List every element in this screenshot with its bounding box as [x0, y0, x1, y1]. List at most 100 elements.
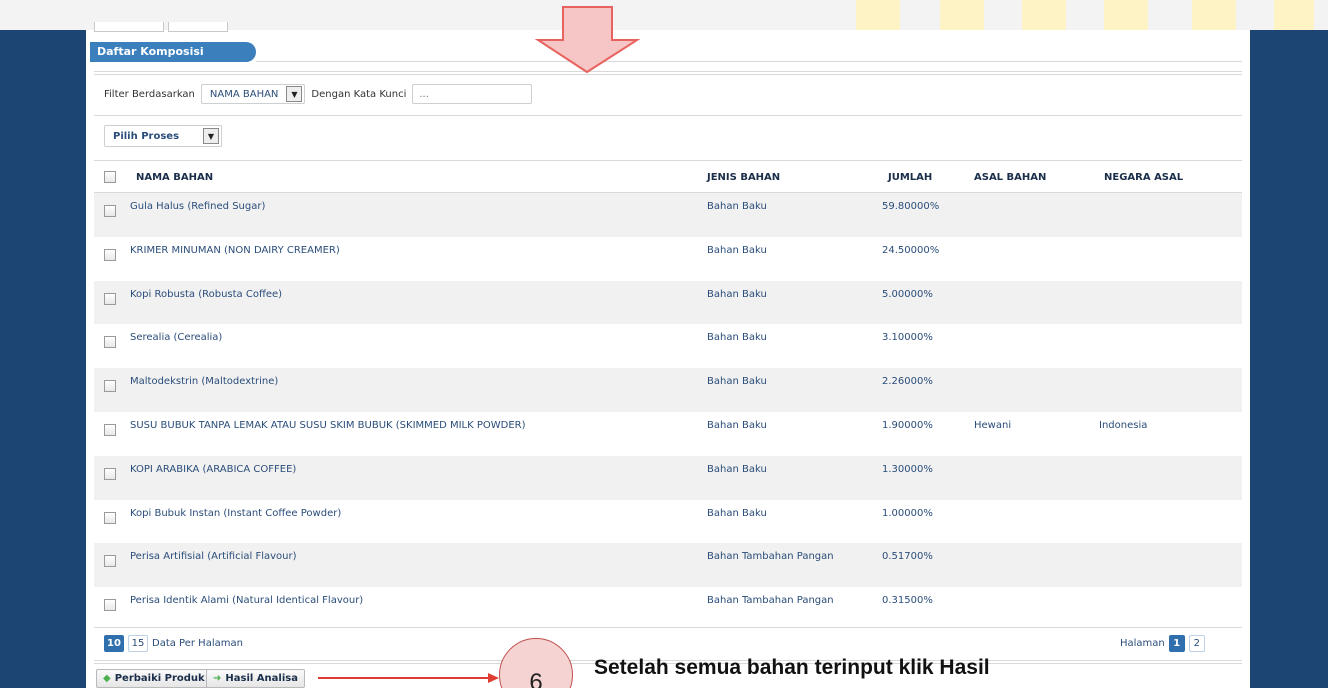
cell-jumlah: 1.90000% — [882, 419, 933, 431]
page-1-button[interactable]: 1 — [1168, 635, 1185, 652]
per-page-15-button[interactable]: 15 — [128, 635, 148, 652]
cell-nama-bahan[interactable]: KRIMER MINUMAN (NON DAIRY CREAMER) — [130, 245, 340, 256]
page-navigation: Halaman 1 2 — [1120, 635, 1209, 652]
cell-jumlah: 1.30000% — [882, 463, 933, 475]
chevron-down-icon[interactable]: ▼ — [203, 128, 219, 144]
table-row: Maltodekstrin (Maltodextrine) Bahan Baku… — [94, 368, 1242, 412]
chevron-down-icon[interactable]: ▼ — [286, 86, 303, 102]
row-checkbox[interactable] — [104, 336, 116, 349]
cell-jumlah: 1.00000% — [882, 507, 933, 519]
table-body: Gula Halus (Refined Sugar) Bahan Baku 59… — [94, 193, 1242, 631]
header-decoration — [940, 0, 984, 30]
cell-jenis-bahan: Bahan Baku — [707, 507, 767, 519]
column-header-asal-bahan[interactable]: ASAL BAHAN — [974, 172, 1046, 183]
row-checkbox[interactable] — [104, 555, 116, 568]
cell-nama-bahan[interactable]: Perisa Artifisial (Artificial Flavour) — [130, 551, 297, 562]
toolbar-button-edge[interactable] — [94, 22, 164, 32]
select-all-checkbox[interactable] — [104, 171, 116, 183]
row-checkbox[interactable] — [104, 423, 116, 436]
cell-nama-bahan[interactable]: Perisa Identik Alami (Natural Identical … — [130, 595, 363, 606]
header-decoration — [1022, 0, 1066, 30]
fix-product-button[interactable]: ◆ Perbaiki Produk — [96, 669, 212, 688]
divider — [94, 115, 1242, 116]
row-checkbox[interactable] — [104, 248, 116, 261]
composition-table: NAMA BAHAN JENIS BAHAN JUMLAH ASAL BAHAN… — [94, 160, 1242, 631]
column-header-jumlah[interactable]: JUMLAH — [888, 172, 932, 183]
cell-jumlah: 0.51700% — [882, 551, 933, 563]
keyword-label: Dengan Kata Kunci — [311, 88, 407, 100]
cell-jenis-bahan: Bahan Baku — [707, 332, 767, 344]
cell-jumlah: 59.80000% — [882, 201, 940, 212]
table-row: KOPI ARABIKA (ARABICA COFFEE) Bahan Baku… — [94, 455, 1242, 500]
table-row: Kopi Robusta (Robusta Coffee) Bahan Baku… — [94, 280, 1242, 325]
cell-nama-bahan[interactable]: SUSU BUBUK TANPA LEMAK ATAU SUSU SKIM BU… — [130, 420, 526, 431]
row-checkbox[interactable] — [104, 205, 116, 217]
cell-nama-bahan[interactable]: Kopi Robusta (Robusta Coffee) — [130, 289, 282, 300]
table-row: Kopi Bubuk Instan (Instant Coffee Powder… — [94, 500, 1242, 544]
table-row: SUSU BUBUK TANPA LEMAK ATAU SUSU SKIM BU… — [94, 412, 1242, 456]
per-page-control: 10 15 Data Per Halaman — [104, 635, 243, 652]
header-decoration — [1192, 0, 1236, 30]
process-select-label: Pilih Proses — [113, 130, 180, 142]
table-row: KRIMER MINUMAN (NON DAIRY CREAMER) Bahan… — [94, 237, 1242, 281]
column-header-jenis-bahan[interactable]: JENIS BAHAN — [707, 172, 780, 183]
divider — [256, 61, 1242, 62]
header-decoration — [1274, 0, 1314, 30]
header-decoration — [856, 0, 900, 30]
table-row: Perisa Artifisial (Artificial Flavour) B… — [94, 543, 1242, 588]
column-header-negara-asal[interactable]: NEGARA ASAL — [1104, 172, 1183, 183]
page-2-button[interactable]: 2 — [1188, 635, 1205, 652]
arrow-right-icon: ➜ — [213, 673, 222, 684]
right-side-bar — [1250, 30, 1328, 688]
table-row: Gula Halus (Refined Sugar) Bahan Baku 59… — [94, 193, 1242, 237]
instruction-callout-text: Setelah semua bahan terinput klik Hasil — [594, 656, 990, 679]
cell-jumlah: 3.10000% — [882, 332, 933, 344]
filter-bar: Filter Berdasarkan NAMA BAHAN ▼ Dengan K… — [104, 84, 533, 104]
filter-field-select[interactable]: NAMA BAHAN ▼ — [200, 84, 306, 104]
row-checkbox[interactable] — [104, 599, 116, 612]
table-row: Serealia (Cerealia) Bahan Baku 3.10000% — [94, 324, 1242, 368]
per-page-10-button[interactable]: 10 — [104, 635, 124, 652]
process-select[interactable]: Pilih Proses ▼ — [104, 125, 222, 147]
filter-field-value: NAMA BAHAN — [209, 88, 279, 100]
cell-nama-bahan[interactable]: Maltodekstrin (Maltodextrine) — [130, 376, 278, 387]
cell-nama-bahan[interactable]: Gula Halus (Refined Sugar) — [130, 201, 265, 212]
keyword-input[interactable] — [412, 84, 533, 104]
fix-product-label: Perbaiki Produk — [114, 673, 205, 684]
cell-nama-bahan[interactable]: Serealia (Cerealia) — [130, 332, 222, 343]
analysis-result-button[interactable]: ➜ Hasil Analisa — [206, 669, 305, 688]
cell-jumlah: 24.50000% — [882, 244, 940, 256]
row-checkbox[interactable] — [104, 380, 116, 393]
cell-jenis-bahan: Bahan Tambahan Pangan — [707, 551, 834, 563]
page-label: Halaman — [1120, 638, 1165, 649]
cell-jumlah: 5.00000% — [882, 288, 933, 300]
section-title-tab: Daftar Komposisi — [90, 42, 256, 62]
cell-jenis-bahan: Bahan Baku — [707, 244, 767, 256]
cell-jumlah: 0.31500% — [882, 595, 933, 607]
cell-jenis-bahan: Bahan Baku — [707, 201, 767, 212]
arrow-left-icon: ◆ — [103, 673, 111, 684]
row-checkbox[interactable] — [104, 292, 116, 305]
divider — [94, 71, 1242, 72]
row-checkbox[interactable] — [104, 467, 116, 480]
cell-asal-bahan: Hewani — [974, 419, 1012, 431]
cell-jenis-bahan: Bahan Baku — [707, 288, 767, 300]
cell-jenis-bahan: Bahan Baku — [707, 419, 767, 431]
cell-nama-bahan[interactable]: Kopi Bubuk Instan (Instant Coffee Powder… — [130, 508, 341, 519]
cell-nama-bahan[interactable]: KOPI ARABIKA (ARABICA COFFEE) — [130, 464, 296, 475]
per-page-label: Data Per Halaman — [152, 638, 243, 649]
toolbar-button-edge[interactable] — [168, 22, 228, 32]
divider — [94, 627, 1242, 628]
cell-jenis-bahan: Bahan Baku — [707, 463, 767, 475]
cell-jenis-bahan: Bahan Tambahan Pangan — [707, 595, 834, 607]
table-header: NAMA BAHAN JENIS BAHAN JUMLAH ASAL BAHAN… — [94, 160, 1242, 193]
row-checkbox[interactable] — [104, 511, 116, 524]
analysis-result-label: Hasil Analisa — [225, 673, 298, 684]
left-side-bar — [0, 30, 86, 688]
cell-negara-asal: Indonesia — [1099, 419, 1148, 431]
column-header-nama-bahan[interactable]: NAMA BAHAN — [136, 172, 213, 183]
header-decoration — [1104, 0, 1148, 30]
filter-label: Filter Berdasarkan — [104, 88, 195, 100]
cell-jenis-bahan: Bahan Baku — [707, 376, 767, 388]
table-row: Perisa Identik Alami (Natural Identical … — [94, 587, 1242, 631]
